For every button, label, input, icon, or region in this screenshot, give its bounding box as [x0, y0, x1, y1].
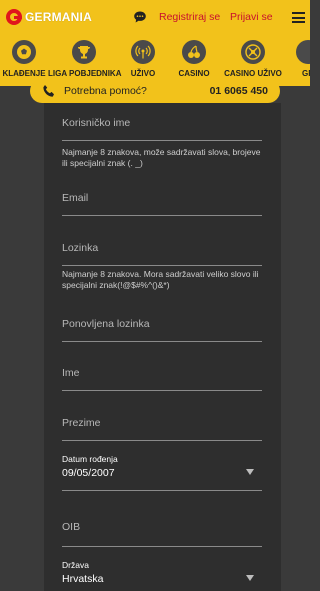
username-field[interactable]: Korisničko ime	[62, 117, 262, 141]
category-betting[interactable]: KLAĐENJE	[2, 36, 46, 78]
live-signal-icon	[131, 40, 155, 64]
email-field[interactable]: Email	[62, 192, 262, 216]
chat-icon[interactable]	[133, 10, 147, 24]
password-field[interactable]: Lozinka	[62, 242, 262, 266]
help-label: Potrebna pomoć?	[64, 85, 147, 97]
help-bar[interactable]: Potrebna pomoć? 01 6065 450	[30, 79, 280, 103]
field-underline	[62, 341, 262, 342]
first-name-placeholder: Ime	[62, 367, 80, 379]
first-name-field[interactable]: Ime	[62, 367, 262, 391]
trophy-icon	[72, 40, 96, 64]
password-hint: Najmanje 8 znakova. Mora sadržavati veli…	[62, 269, 259, 290]
field-underline	[62, 265, 262, 266]
category-label: GR	[302, 69, 310, 78]
username-placeholder: Korisničko ime	[62, 117, 131, 129]
logo-text: GERMANIA	[25, 10, 92, 24]
birthdate-label: Datum rođenja	[62, 454, 118, 464]
repeat-password-field[interactable]: Ponovljena lozinka	[62, 318, 262, 342]
username-hint: Najmanje 8 znakova, može sadržavati slov…	[62, 147, 261, 168]
field-underline	[62, 140, 262, 141]
country-label: Država	[62, 560, 89, 570]
birthdate-value: 09/05/2007	[62, 467, 115, 479]
category-label: LIGA POBJEDNIKA	[48, 69, 122, 78]
category-label: KLAĐENJE	[2, 69, 46, 78]
field-underline	[62, 390, 262, 391]
category-champions-league[interactable]: LIGA POBJEDNIKA	[48, 36, 122, 78]
last-name-placeholder: Prezime	[62, 417, 101, 429]
field-underline	[62, 215, 262, 216]
top-header: GERMANIA Registriraj se Prijavi se	[0, 0, 310, 36]
phone-icon	[43, 85, 54, 97]
hamburger-menu-icon[interactable]	[292, 12, 305, 23]
country-select[interactable]: Država Hrvatska	[62, 560, 262, 590]
field-underline	[62, 490, 262, 491]
roulette-icon	[241, 40, 265, 64]
category-label: CASINO	[178, 69, 210, 78]
category-more[interactable]: GR	[296, 36, 310, 78]
email-placeholder: Email	[62, 192, 89, 204]
category-live-casino[interactable]: CASINO UŽIVO	[224, 36, 282, 78]
last-name-field[interactable]: Prezime	[62, 417, 262, 441]
registration-form: Korisničko ime Najmanje 8 znakova, može …	[44, 103, 281, 591]
register-link[interactable]: Registriraj se	[159, 11, 220, 23]
repeat-password-placeholder: Ponovljena lozinka	[62, 318, 150, 330]
country-value: Hrvatska	[62, 573, 104, 585]
category-casino[interactable]: CASINO	[174, 36, 214, 78]
cherries-icon	[182, 40, 206, 64]
help-phone-number[interactable]: 01 6065 450	[210, 85, 268, 97]
category-label: UŽIVO	[130, 69, 156, 78]
more-icon	[296, 40, 310, 64]
category-live[interactable]: UŽIVO	[128, 36, 158, 78]
chevron-down-icon[interactable]	[246, 469, 254, 475]
password-placeholder: Lozinka	[62, 242, 99, 254]
category-label: CASINO UŽIVO	[224, 69, 282, 78]
soccer-ball-icon	[12, 40, 36, 64]
logo-mark-icon	[6, 9, 22, 25]
field-underline	[62, 440, 262, 441]
chevron-down-icon[interactable]	[246, 575, 254, 581]
oib-field[interactable]: OIB	[62, 521, 262, 547]
birthdate-select[interactable]: Datum rođenja 09/05/2007	[62, 454, 262, 491]
oib-placeholder: OIB	[62, 521, 81, 533]
login-link[interactable]: Prijavi se	[230, 11, 273, 23]
field-underline	[62, 546, 262, 547]
germania-logo[interactable]: GERMANIA	[6, 9, 92, 25]
